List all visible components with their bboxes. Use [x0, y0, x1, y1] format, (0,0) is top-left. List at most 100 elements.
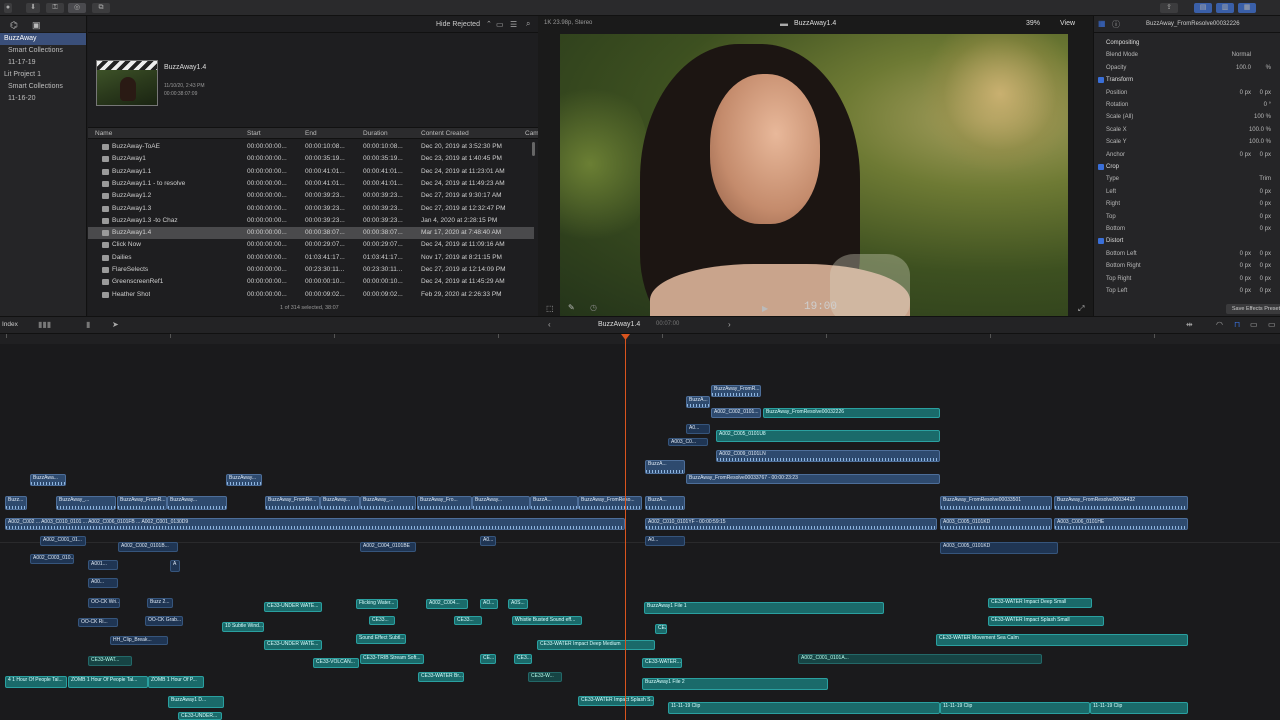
timeline-clip[interactable]: Buzz 2... — [147, 598, 173, 608]
param-value[interactable]: 0 px — [1260, 263, 1271, 269]
clip-row[interactable]: BuzzAway1.4 00:00:00:00... 00:00:38:07... 0… — [88, 227, 534, 240]
timeline-clip[interactable]: OO-CK Grab... — [145, 616, 183, 626]
timeline-project-name[interactable]: BuzzAway1.4 — [598, 321, 640, 328]
timeline-clip[interactable]: BuzzAway_FromResolve00033767 - 00:00:23:… — [686, 474, 940, 484]
timeline-clip[interactable]: A002_C010_0101YF - 00:00:59:15 — [645, 518, 937, 530]
inspector-param[interactable]: Left 0 px — [1094, 186, 1280, 198]
clip-row[interactable]: Heather Shot 00:00:00:00... 00:00:09:02...… — [88, 289, 534, 301]
timeline-clip[interactable]: CE33... — [369, 616, 395, 625]
clip-row[interactable]: BuzzAway1.1 00:00:00:00... 00:00:41:01... 0… — [88, 166, 534, 178]
timeline-clip[interactable]: BuzzAway_... — [360, 496, 416, 510]
library-item[interactable]: Smart Collections — [0, 81, 86, 93]
timeline-clip[interactable]: AO... — [480, 599, 498, 609]
timeline-clip[interactable]: A001... — [88, 560, 118, 570]
timeline-clip[interactable]: CE3 — [655, 624, 667, 634]
library-item[interactable]: Smart Collections — [0, 45, 86, 57]
timeline-clip[interactable]: A002_C004_0101BE — [360, 542, 416, 552]
timeline-clip[interactable]: A002_C002_0101B... — [118, 542, 178, 552]
photos-icon[interactable]: ▣ — [32, 20, 41, 31]
save-effects-preset-button[interactable]: Save Effects Preset — [1226, 304, 1280, 314]
inspector-param[interactable]: Anchor 0 px 0 px — [1094, 149, 1280, 161]
timeline-clip[interactable]: BuzzAway... — [167, 496, 227, 510]
share-export-icon[interactable]: ⇪ — [1160, 3, 1178, 13]
timeline-clip[interactable]: CE33-WATER Br... — [418, 672, 464, 682]
timeline-clip[interactable]: ZOMB 1 Hour Of People Tal... — [68, 676, 148, 688]
inspector-param[interactable]: Bottom Left 0 px 0 px — [1094, 248, 1280, 260]
timeline-clip[interactable]: CE3... — [514, 654, 532, 664]
clip-row[interactable]: Dailies 00:00:00:00... 01:03:41:17... 01:03… — [88, 252, 534, 264]
timeline-clip[interactable]: BuzzAway... — [226, 474, 262, 486]
inspector-param[interactable]: Top Left 0 px 0 px — [1094, 285, 1280, 297]
timeline-clip[interactable]: A0... — [686, 424, 710, 434]
timeline-clip[interactable]: BuzzAwa... — [30, 474, 66, 486]
zoom-popup[interactable]: 39% — [1026, 20, 1040, 27]
param-value[interactable]: 100 % — [1254, 114, 1271, 120]
library-icon[interactable]: ⌬ — [10, 20, 18, 31]
snapping-icon[interactable]: ⊓ — [1234, 320, 1240, 329]
timeline-clip[interactable]: BuzzA... — [686, 396, 710, 408]
timeline-clip[interactable]: A002_C003_010... — [30, 554, 74, 564]
enable-checkbox[interactable] — [1098, 77, 1104, 84]
timeline-clip[interactable]: A00... — [88, 578, 118, 588]
inspector-param[interactable]: Bottom Right 0 px 0 px — [1094, 260, 1280, 272]
param-value[interactable]: 100.0 — [1236, 65, 1251, 71]
keywords-icon[interactable]: ⚿ — [46, 3, 64, 13]
timeline-clip[interactable]: BuzzAway_FromResolve00034432 — [1054, 496, 1188, 510]
timeline-clip[interactable]: BuzzAway1 File 2 — [642, 678, 828, 690]
edit-mode-icon[interactable]: ▮ — [86, 320, 90, 329]
col-camera[interactable]: Cam — [525, 130, 539, 137]
timeline-clip[interactable]: Flicking Water... — [356, 599, 398, 609]
timeline-clip[interactable]: CE33-WATER Movement Sea Calm — [936, 634, 1188, 646]
back-icon[interactable]: ‹ — [548, 320, 551, 329]
param-value[interactable]: 100.0 % — [1249, 127, 1271, 133]
timeline-clip[interactable]: A002_C001_01... — [40, 536, 86, 546]
param-value[interactable]: 0 px — [1240, 288, 1251, 294]
timeline-clip[interactable]: CE33-W... — [528, 672, 562, 682]
view-popup[interactable]: View — [1060, 20, 1075, 27]
info-inspector-icon[interactable]: ⓘ — [1112, 19, 1120, 30]
inspector-param[interactable]: Scale X 100.0 % — [1094, 124, 1280, 136]
clip-row[interactable]: BuzzAway1.1 - to resolve 00:00:00:00... 00… — [88, 178, 534, 190]
col-start[interactable]: Start — [247, 130, 261, 137]
param-value[interactable]: 0 px — [1260, 214, 1271, 220]
clip-thumbnail[interactable] — [96, 60, 158, 106]
layout-icon[interactable]: ▤ — [1194, 3, 1212, 13]
timeline-clip[interactable]: BuzzAway_FromRe... — [265, 496, 320, 510]
timeline-clip[interactable]: BuzzA... — [645, 496, 685, 510]
timeline-clip[interactable]: 11-11-19 Clip — [940, 702, 1090, 714]
timeline-clip[interactable]: BuzzAway_FromResolve00033501 — [940, 496, 1052, 510]
timeline-clip[interactable]: BuzzAway1 File 1 — [644, 602, 884, 614]
timeline-clip[interactable]: A003_C005_0101KD — [940, 542, 1058, 554]
param-value[interactable]: 0 px — [1240, 276, 1251, 282]
timeline-clip[interactable]: A0S... — [508, 599, 528, 609]
col-duration[interactable]: Duration — [363, 130, 388, 137]
forward-icon[interactable]: › — [728, 320, 731, 329]
inspector-section[interactable]: Transform — [1094, 74, 1280, 86]
library-item[interactable]: BuzzAway — [0, 33, 86, 45]
inspector-toggle-icon[interactable]: ▦ — [1238, 3, 1256, 13]
inspector-param[interactable]: Right 0 px — [1094, 198, 1280, 210]
traffic-lights-icon[interactable]: ● — [4, 3, 12, 13]
param-value[interactable]: 0 px — [1240, 152, 1251, 158]
col-name[interactable]: Name — [95, 130, 112, 137]
search-icon[interactable]: ⌕ — [526, 19, 530, 29]
browser-scrollbar[interactable] — [532, 142, 535, 156]
timeline-clip[interactable]: CE33-WATER... — [642, 658, 682, 668]
timeline-clip[interactable]: CE33-VOLCAN... — [313, 658, 359, 668]
filmstrip-view-icon[interactable]: ▭ — [496, 20, 504, 29]
timeline-clip[interactable]: CE33-WATER Impact Splash Small — [988, 616, 1104, 626]
timeline-area[interactable]: BuzzAwa... BuzzAway... Buzz... BuzzAway_...… — [0, 344, 1280, 720]
timeline-clip[interactable]: CE33-WATER Impact Deep Small — [988, 598, 1092, 608]
list-view-icon[interactable]: ☰ — [510, 20, 517, 29]
timeline-clip[interactable]: BuzzAway... — [320, 496, 360, 510]
timeline-clip[interactable]: A003_C006_0101HE — [1054, 518, 1188, 530]
library-item[interactable]: Lit Project 1 — [0, 69, 86, 81]
param-value[interactable]: 0 px — [1240, 90, 1251, 96]
playhead[interactable] — [625, 334, 626, 720]
inspector-param[interactable]: Type Trim — [1094, 173, 1280, 185]
timeline-clip[interactable]: A002_C001_0101A... — [798, 654, 1042, 664]
clip-row[interactable]: Click Now 00:00:00:00... 00:00:29:07... 00:… — [88, 239, 534, 251]
enhance-icon[interactable]: ✎ — [568, 303, 575, 312]
param-value[interactable]: 100.0 % — [1249, 139, 1271, 145]
timeline-clip[interactable]: CE... — [480, 654, 496, 664]
